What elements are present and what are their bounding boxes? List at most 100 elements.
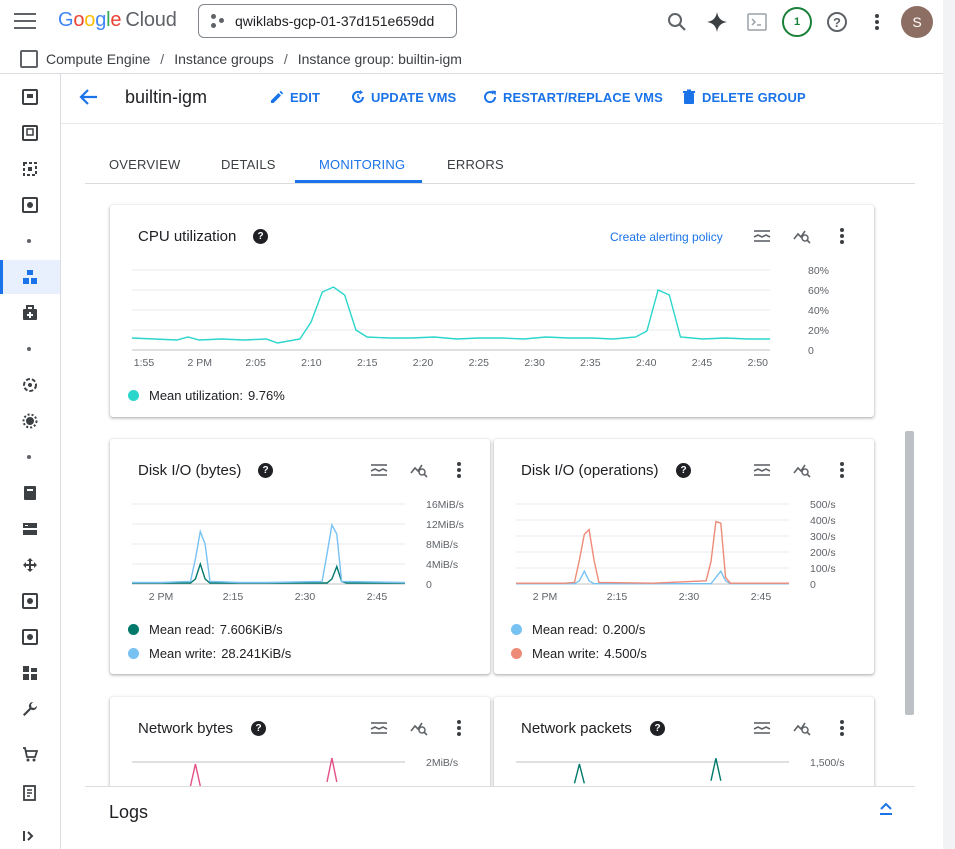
explore-chart-icon[interactable] xyxy=(407,458,431,482)
legend-swatch xyxy=(128,624,139,635)
google-cloud-logo[interactable]: Google Cloud xyxy=(58,9,177,32)
breadcrumb-separator: / xyxy=(283,50,288,67)
help-icon[interactable]: ? xyxy=(258,463,273,478)
top-bar: Google Cloud qwiklabs-gcp-01-37d151e659dd… xyxy=(0,0,943,44)
sole-tenant-nodes-icon[interactable] xyxy=(0,152,60,186)
legend-swatch xyxy=(511,648,522,659)
account-button[interactable]: S xyxy=(901,6,933,38)
legend-swatch xyxy=(128,648,139,659)
tab-errors[interactable]: ERRORS xyxy=(447,157,504,172)
gemini-sparkle-icon[interactable] xyxy=(701,6,733,38)
legend-toggle-icon[interactable] xyxy=(750,458,774,482)
y-tick-label: 4MiB/s xyxy=(426,559,458,571)
content-scrollbar[interactable] xyxy=(905,431,914,715)
legend-toggle-icon[interactable] xyxy=(750,224,774,248)
trash-icon xyxy=(683,89,695,104)
disks-icon[interactable] xyxy=(0,476,60,510)
legend-item-mean-write: Mean write: 28.241KiB/s xyxy=(128,646,291,661)
help-icon[interactable]: ? xyxy=(253,229,268,244)
series-line-1 xyxy=(189,763,201,787)
project-name: qwiklabs-gcp-01-37d151e659dd xyxy=(235,13,435,29)
y-tick-label: 400/s xyxy=(810,515,836,527)
cpu-utilization-chart: 80% 60% 40% 20% 0 1:55 2 PM 2:05 2:10 2:15 2:20 2:2… xyxy=(131,265,829,369)
more-options-icon[interactable] xyxy=(861,6,893,38)
notifications-button[interactable]: 1 xyxy=(781,6,813,38)
y-tick-label: 80% xyxy=(808,265,829,277)
card-title: Network bytes xyxy=(138,720,234,737)
card-more-options-icon[interactable] xyxy=(830,458,854,482)
tab-overview[interactable]: OVERVIEW xyxy=(109,157,180,172)
tab-details[interactable]: DETAILS xyxy=(221,157,276,172)
instance-groups-icon[interactable] xyxy=(0,260,60,294)
project-picker[interactable]: qwiklabs-gcp-01-37d151e659dd xyxy=(198,4,457,38)
explore-chart-icon[interactable] xyxy=(790,458,814,482)
help-icon: ? xyxy=(827,12,847,32)
edit-button[interactable]: EDIT xyxy=(269,89,320,105)
card-title: CPU utilization xyxy=(138,228,237,245)
breadcrumb-compute-engine[interactable]: Compute Engine xyxy=(46,51,150,67)
create-alerting-policy-link[interactable]: Create alerting policy xyxy=(610,230,723,244)
main-menu-icon[interactable] xyxy=(14,13,36,31)
breadcrumb-instance-groups[interactable]: Instance groups xyxy=(174,51,274,67)
legend-toggle-icon[interactable] xyxy=(367,458,391,482)
explore-chart-icon[interactable] xyxy=(790,224,814,248)
y-tick-label: 0 xyxy=(808,345,814,357)
legend-toggle-icon[interactable] xyxy=(750,716,774,740)
card-more-options-icon[interactable] xyxy=(447,458,471,482)
x-tick-label: 2:30 xyxy=(295,591,316,603)
snapshots-icon[interactable] xyxy=(0,584,60,618)
page-title: builtin-igm xyxy=(125,87,208,107)
cloud-shell-icon[interactable] xyxy=(741,6,773,38)
logs-title: Logs xyxy=(109,802,149,822)
help-button[interactable]: ? xyxy=(821,6,853,38)
x-tick-label: 2:05 xyxy=(245,357,266,369)
expand-nav-icon[interactable] xyxy=(0,819,60,849)
marketplace-cart-icon[interactable] xyxy=(0,737,60,771)
wrench-icon[interactable] xyxy=(0,692,60,726)
help-icon[interactable]: ? xyxy=(650,721,665,736)
x-tick-label: 2:30 xyxy=(679,591,700,603)
x-tick-label: 2:15 xyxy=(357,357,378,369)
explore-chart-icon[interactable] xyxy=(790,716,814,740)
legend-toggle-icon[interactable] xyxy=(367,716,391,740)
x-tick-label: 2:10 xyxy=(301,357,322,369)
vm-instances-icon[interactable] xyxy=(0,80,60,114)
restart-replace-vms-button[interactable]: RESTART/REPLACE VMS xyxy=(482,89,663,105)
card-more-options-icon[interactable] xyxy=(447,716,471,740)
settings-gear-icon[interactable] xyxy=(0,404,60,438)
y-tick-label: 100/s xyxy=(810,563,836,575)
x-tick-label: 2:50 xyxy=(748,357,769,369)
y-tick-label: 0 xyxy=(810,579,816,591)
card-more-options-icon[interactable] xyxy=(830,716,854,740)
release-notes-icon[interactable] xyxy=(0,776,60,810)
marketplace-blocks-icon[interactable] xyxy=(0,656,60,690)
migrate-icon[interactable] xyxy=(0,368,60,402)
tab-monitoring[interactable]: MONITORING xyxy=(319,157,405,172)
instance-templates-icon[interactable] xyxy=(0,116,60,150)
network-move-icon[interactable] xyxy=(0,548,60,582)
cpu-utilization-card: CPU utilization ? Create alerting policy… xyxy=(110,205,874,417)
breadcrumb: Compute Engine / Instance groups / Insta… xyxy=(0,44,943,74)
images-icon[interactable] xyxy=(0,620,60,654)
help-icon[interactable]: ? xyxy=(251,721,266,736)
breadcrumb-current: Instance group: builtin-igm xyxy=(297,50,462,67)
storage-pools-icon[interactable] xyxy=(0,512,60,546)
page-scrollbar[interactable] xyxy=(943,0,955,849)
disk-io-operations-chart: 500/s 400/s 300/s 200/s 100/s 0 2 PM 2:15 2:30 2:… xyxy=(516,499,836,603)
delete-group-button[interactable]: DELETE GROUP xyxy=(681,89,806,105)
tpus-icon[interactable] xyxy=(0,296,60,330)
left-nav xyxy=(0,74,61,849)
expand-logs-icon[interactable] xyxy=(879,801,893,822)
back-arrow-icon[interactable] xyxy=(79,87,99,112)
update-vms-button[interactable]: UPDATE VMS xyxy=(350,89,456,105)
card-more-options-icon[interactable] xyxy=(830,224,854,248)
help-icon[interactable]: ? xyxy=(676,463,691,478)
x-tick-label: 2:45 xyxy=(751,591,772,603)
explore-chart-icon[interactable] xyxy=(407,716,431,740)
x-tick-label: 2:25 xyxy=(469,357,490,369)
active-tab-indicator xyxy=(295,180,422,183)
search-icon[interactable] xyxy=(661,6,693,38)
disk-io-operations-card: Disk I/O (operations) ? 500/s 400/s 300/s 2… xyxy=(494,439,874,674)
machine-images-icon[interactable] xyxy=(0,188,60,222)
y-tick-label: 8MiB/s xyxy=(426,539,458,551)
